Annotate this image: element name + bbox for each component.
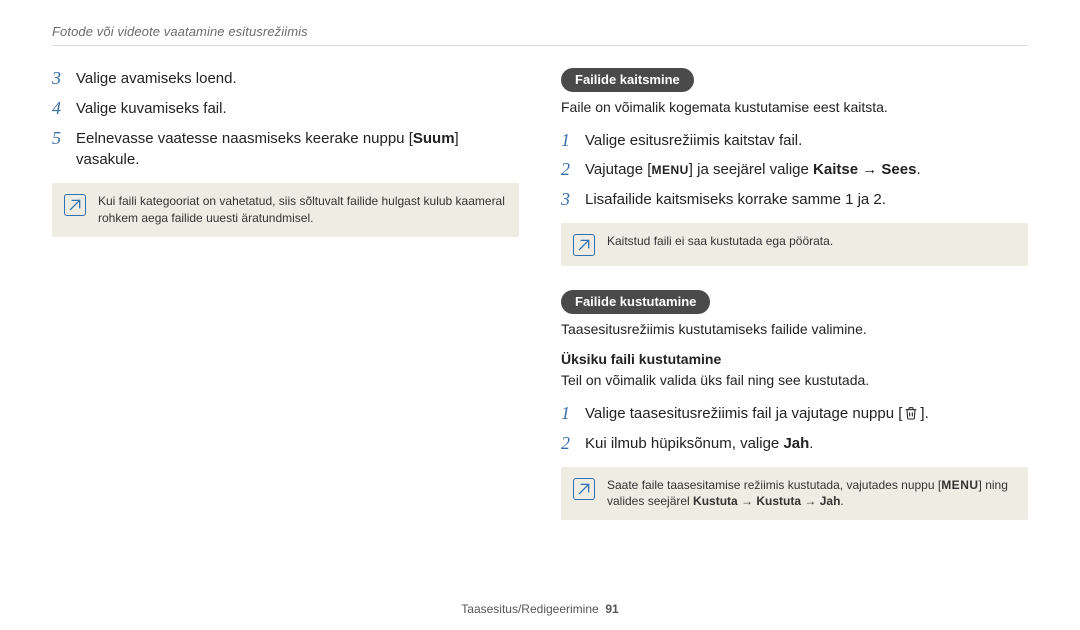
note-box: Kaitstud faili ei saa kustutada ega pöör… xyxy=(561,223,1028,266)
step: 4 Valige kuvamiseks fail. xyxy=(52,98,519,120)
menu-label: MENU xyxy=(651,163,688,177)
step-number: 1 xyxy=(561,402,575,425)
text: Kui ilmub hüpiksõnum, valige xyxy=(585,435,783,452)
bold: Kustuta xyxy=(693,494,738,508)
text: . xyxy=(916,161,920,178)
step-number: 3 xyxy=(561,188,575,211)
step: 3 Valige avamiseks loend. xyxy=(52,68,519,90)
text: ] ja seejärel valige xyxy=(689,161,813,178)
info-icon xyxy=(64,194,86,216)
note-text: Kaitstud faili ei saa kustutada ega pöör… xyxy=(607,233,833,250)
info-icon xyxy=(573,478,595,500)
step-number: 4 xyxy=(52,97,66,120)
footer-section: Taasesitus/Redigeerimine xyxy=(461,602,598,616)
menu-label: MENU xyxy=(941,478,978,492)
text: Saate faile taasesitamise režiimis kustu… xyxy=(607,478,941,492)
arrow-icon: → xyxy=(801,494,820,508)
step-text: Kui ilmub hüpiksõnum, valige Jah. xyxy=(585,433,1028,455)
text: ]. xyxy=(920,405,928,422)
bold: Kustuta xyxy=(756,494,801,508)
text: . xyxy=(840,494,843,508)
text: . xyxy=(809,435,813,452)
step-text: Valige kuvamiseks fail. xyxy=(76,98,519,120)
page-footer: Taasesitus/Redigeerimine 91 xyxy=(0,602,1080,616)
page-number: 91 xyxy=(605,602,618,616)
arrow-icon: → xyxy=(738,494,757,508)
note-text: Kui faili kategooriat on vahetatud, siis… xyxy=(98,193,505,227)
text: Valige taasesitusrežiimis fail ja vajuta… xyxy=(585,405,902,422)
paragraph: Teil on võimalik valida üks fail ning se… xyxy=(561,371,1028,391)
step-text: Vajutage [MENU] ja seejärel valige Kaits… xyxy=(585,159,1028,181)
divider xyxy=(52,45,1028,46)
section-pill-delete: Failide kustutamine xyxy=(561,290,710,314)
step-number: 5 xyxy=(52,127,66,150)
step-text: Lisafailide kaitsmiseks korrake samme 1 … xyxy=(585,189,1028,211)
step: 2 Kui ilmub hüpiksõnum, valige Jah. xyxy=(561,433,1028,455)
left-column: 3 Valige avamiseks loend. 4 Valige kuvam… xyxy=(52,68,519,538)
step-text: Valige taasesitusrežiimis fail ja vajuta… xyxy=(585,403,1028,425)
step-number: 2 xyxy=(561,432,575,455)
step-text: Valige esitusrežiimis kaitstav fail. xyxy=(585,130,1028,152)
step-number: 1 xyxy=(561,129,575,152)
step-number: 3 xyxy=(52,67,66,90)
step: 1 Valige esitusrežiimis kaitstav fail. xyxy=(561,130,1028,152)
step: 1 Valige taasesitusrežiimis fail ja vaju… xyxy=(561,403,1028,425)
text: Vajutage [ xyxy=(585,161,651,178)
note-box: Saate faile taasesitamise režiimis kustu… xyxy=(561,467,1028,521)
section-pill-protect: Failide kaitsmine xyxy=(561,68,694,92)
note-box: Kui faili kategooriat on vahetatud, siis… xyxy=(52,183,519,237)
paragraph: Faile on võimalik kogemata kustutamise e… xyxy=(561,98,1028,118)
trash-icon xyxy=(902,405,920,421)
bold: Jah xyxy=(820,494,841,508)
text: Eelnevasse vaatesse naasmiseks keerake n… xyxy=(76,130,413,147)
running-head: Fotode või videote vaatamine esitusrežii… xyxy=(52,24,1028,39)
right-column: Failide kaitsmine Faile on võimalik koge… xyxy=(561,68,1028,538)
page: Fotode või videote vaatamine esitusrežii… xyxy=(0,0,1080,630)
note-text: Saate faile taasesitamise režiimis kustu… xyxy=(607,477,1014,511)
step-text: Eelnevasse vaatesse naasmiseks keerake n… xyxy=(76,128,519,172)
step-text: Valige avamiseks loend. xyxy=(76,68,519,90)
step: 5 Eelnevasse vaatesse naasmiseks keerake… xyxy=(52,128,519,172)
bold: Sees xyxy=(881,161,916,178)
step: 3 Lisafailide kaitsmiseks korrake samme … xyxy=(561,189,1028,211)
arrow-icon: → xyxy=(858,161,881,178)
paragraph: Taasesitusrežiimis kustutamiseks failide… xyxy=(561,320,1028,340)
columns: 3 Valige avamiseks loend. 4 Valige kuvam… xyxy=(52,68,1028,538)
bold: Jah xyxy=(783,435,809,452)
step: 2 Vajutage [MENU] ja seejärel valige Kai… xyxy=(561,159,1028,181)
bold: Suum xyxy=(413,130,455,147)
info-icon xyxy=(573,234,595,256)
bold: Kaitse xyxy=(813,161,858,178)
step-number: 2 xyxy=(561,158,575,181)
sub-heading: Üksiku faili kustutamine xyxy=(561,351,1028,367)
